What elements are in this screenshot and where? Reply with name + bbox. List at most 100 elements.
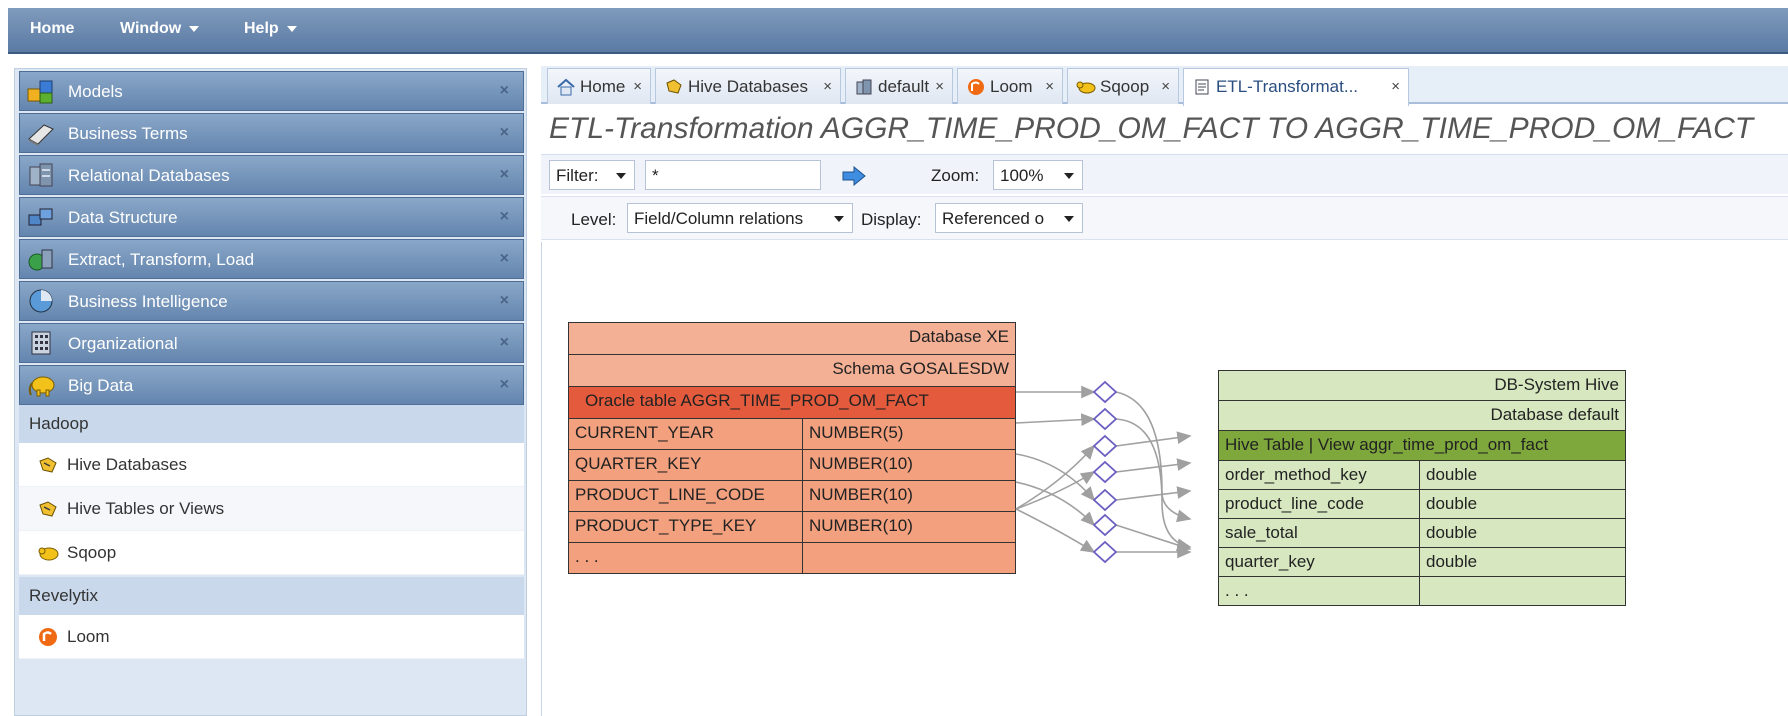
column-name: product_line_code bbox=[1225, 494, 1364, 513]
target-column-row[interactable]: . . . bbox=[1218, 576, 1626, 606]
column-type: double bbox=[1419, 548, 1625, 576]
target-table-name[interactable]: Hive Table | View aggr_time_prod_om_fact bbox=[1218, 430, 1626, 461]
target-column-row[interactable]: order_method_key double bbox=[1218, 460, 1626, 490]
nav-category-big-data[interactable]: Big Data × bbox=[19, 365, 524, 405]
tab-hive-databases[interactable]: Hive Databases × bbox=[655, 68, 841, 104]
target-system-header: DB-System Hive bbox=[1218, 370, 1626, 401]
chevron-down-icon bbox=[616, 173, 626, 179]
close-icon[interactable]: × bbox=[500, 82, 509, 100]
home-icon bbox=[557, 78, 575, 96]
sidebar-item-label: Sqoop bbox=[67, 543, 117, 562]
display-select[interactable]: Referenced o bbox=[935, 203, 1083, 233]
close-icon[interactable]: × bbox=[1161, 78, 1170, 95]
close-icon[interactable]: × bbox=[500, 208, 509, 226]
sidebar-item-sqoop[interactable]: Sqoop bbox=[19, 531, 524, 575]
close-icon[interactable]: × bbox=[500, 250, 509, 268]
target-database-header: Database default bbox=[1218, 400, 1626, 431]
hive-icon bbox=[39, 457, 57, 473]
nav-category-organizational[interactable]: Organizational × bbox=[19, 323, 524, 363]
nav-category-label: Business Intelligence bbox=[68, 292, 228, 311]
group-revelytix-header: Revelytix bbox=[19, 577, 524, 615]
nav-category-label: Models bbox=[68, 82, 123, 101]
nav-category-business-terms[interactable]: Business Terms × bbox=[19, 113, 524, 153]
zoom-select[interactable]: 100% bbox=[993, 160, 1083, 190]
loom-icon bbox=[39, 628, 57, 646]
level-select[interactable]: Field/Column relations bbox=[627, 203, 853, 233]
column-type bbox=[802, 543, 1015, 573]
column-name: . . . bbox=[1225, 581, 1249, 600]
filter-toolbar: Filter: * Zoom: 100% bbox=[541, 154, 1788, 194]
tab-default[interactable]: default × bbox=[845, 68, 953, 104]
tab-sqoop[interactable]: Sqoop × bbox=[1067, 68, 1179, 104]
sidebar-item-hive-databases[interactable]: Hive Databases bbox=[19, 443, 524, 487]
target-table: DB-System Hive Database default Hive Tab… bbox=[1218, 370, 1626, 606]
tab-home[interactable]: Home × bbox=[547, 68, 651, 104]
database-icon bbox=[856, 79, 872, 95]
close-icon[interactable]: × bbox=[500, 166, 509, 184]
nav-category-label: Business Terms bbox=[68, 124, 188, 143]
source-column-row[interactable]: PRODUCT_LINE_CODE NUMBER(10) bbox=[568, 480, 1016, 512]
column-name: . . . bbox=[575, 547, 599, 566]
lineage-connectors bbox=[1015, 380, 1192, 564]
sidebar-item-hive-tables-or-views[interactable]: Hive Tables or Views bbox=[19, 487, 524, 531]
tab-label: ETL-Transformat... bbox=[1216, 77, 1359, 96]
tab-label: default bbox=[878, 77, 930, 96]
source-column-row[interactable]: CURRENT_YEAR NUMBER(5) bbox=[568, 418, 1016, 450]
column-type bbox=[1419, 577, 1625, 605]
bi-icon bbox=[29, 289, 53, 313]
column-name: PRODUCT_LINE_CODE bbox=[575, 485, 765, 504]
document-icon bbox=[1195, 79, 1209, 95]
close-icon[interactable]: × bbox=[1045, 78, 1054, 95]
sqoop-icon bbox=[1076, 81, 1096, 94]
nav-category-label: Organizational bbox=[68, 334, 178, 353]
nav-category-models[interactable]: Models × bbox=[19, 71, 524, 111]
source-column-row[interactable]: PRODUCT_TYPE_KEY NUMBER(10) bbox=[568, 511, 1016, 543]
target-column-row[interactable]: product_line_code double bbox=[1218, 489, 1626, 519]
close-icon[interactable]: × bbox=[935, 78, 944, 95]
nav-category-etl[interactable]: Extract, Transform, Load × bbox=[19, 239, 524, 279]
close-icon[interactable]: × bbox=[633, 78, 642, 95]
go-arrow-icon[interactable] bbox=[841, 166, 867, 186]
menu-help[interactable]: Help bbox=[244, 20, 297, 38]
close-icon[interactable]: × bbox=[1391, 78, 1400, 95]
tab-bar: Home × Hive Databases × default × Loom ×… bbox=[541, 66, 1788, 106]
filter-select[interactable]: Filter: bbox=[549, 160, 635, 190]
nav-category-relational-databases[interactable]: Relational Databases × bbox=[19, 155, 524, 195]
source-schema-header: Schema GOSALESDW bbox=[568, 354, 1016, 387]
book-icon bbox=[28, 124, 54, 146]
models-icon bbox=[27, 80, 53, 104]
tab-label: Sqoop bbox=[1100, 77, 1150, 96]
column-name: sale_total bbox=[1225, 523, 1298, 542]
close-icon[interactable]: × bbox=[823, 78, 832, 95]
close-icon[interactable]: × bbox=[500, 334, 509, 352]
close-icon[interactable]: × bbox=[500, 376, 509, 394]
sidebar-item-loom[interactable]: Loom bbox=[19, 615, 524, 659]
close-icon[interactable]: × bbox=[500, 292, 509, 310]
source-column-row[interactable]: QUARTER_KEY NUMBER(10) bbox=[568, 449, 1016, 481]
column-type: double bbox=[1419, 519, 1625, 547]
tab-loom[interactable]: Loom × bbox=[957, 68, 1063, 104]
target-column-row[interactable]: quarter_key double bbox=[1218, 547, 1626, 577]
sidebar-item-label: Hive Databases bbox=[67, 455, 188, 474]
column-type: double bbox=[1419, 490, 1625, 518]
tab-etl-transformation[interactable]: ETL-Transformat... × bbox=[1183, 68, 1409, 106]
filter-input[interactable]: * bbox=[645, 160, 821, 190]
nav-category-data-structure[interactable]: Data Structure × bbox=[19, 197, 524, 237]
source-table-name[interactable]: Oracle table AGGR_TIME_PROD_OM_FACT bbox=[568, 386, 1016, 419]
close-icon[interactable]: × bbox=[500, 124, 509, 142]
target-column-row[interactable]: sale_total double bbox=[1218, 518, 1626, 548]
elephant-icon bbox=[28, 376, 55, 397]
menu-bar: Home Window Help bbox=[8, 8, 1788, 54]
nav-category-business-intelligence[interactable]: Business Intelligence × bbox=[19, 281, 524, 321]
main-panel: Home × Hive Databases × default × Loom ×… bbox=[541, 66, 1788, 716]
column-type: NUMBER(5) bbox=[802, 419, 1015, 449]
connector-nodes bbox=[1092, 380, 1118, 564]
source-column-row[interactable]: . . . bbox=[568, 542, 1016, 574]
sqoop-icon bbox=[38, 547, 59, 561]
tab-label: Home bbox=[580, 77, 626, 96]
zoom-label: Zoom: bbox=[931, 166, 980, 185]
sidebar-item-label: Loom bbox=[67, 627, 110, 646]
column-name: PRODUCT_TYPE_KEY bbox=[575, 516, 757, 535]
menu-home[interactable]: Home bbox=[30, 20, 74, 38]
menu-window[interactable]: Window bbox=[120, 20, 200, 38]
